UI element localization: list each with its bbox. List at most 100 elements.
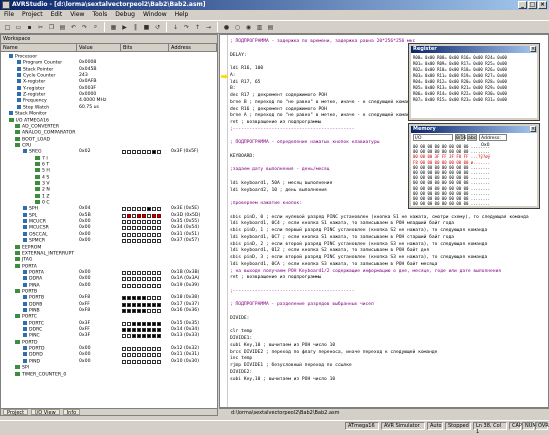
bit-cell[interactable] [142, 321, 146, 326]
tree-row[interactable]: JTAG [1, 257, 217, 263]
copy-icon[interactable]: ❐ [47, 23, 56, 32]
bit-display[interactable] [122, 347, 161, 352]
bit-cell[interactable] [122, 309, 126, 313]
tree-row[interactable]: PINA 0x00 0x19 (0x39) [1, 282, 217, 289]
tree-row[interactable]: PINB 0xF8 0x16 (0x36) [1, 308, 217, 314]
bit-cell[interactable] [152, 302, 156, 307]
bit-cell[interactable] [152, 359, 156, 364]
tree-row[interactable]: X-register 0x0AFB [1, 79, 217, 85]
tree-row[interactable]: PORTC 0x3F 0x15 (0x35) [1, 320, 217, 327]
bit-cell[interactable] [157, 347, 161, 352]
bit-cell[interactable] [147, 213, 151, 218]
bit-cell[interactable] [157, 232, 161, 237]
memory-ascii-toggle[interactable]: abc [467, 134, 477, 141]
bit-cell[interactable] [132, 150, 136, 155]
bit-cell[interactable] [147, 334, 151, 339]
menu-project[interactable]: Project [22, 10, 43, 20]
bit-cell[interactable] [122, 150, 126, 155]
bit-cell[interactable] [132, 359, 136, 364]
bit-cell[interactable] [132, 334, 136, 339]
bit-cell[interactable] [137, 321, 141, 326]
tab-io-view[interactable]: I/O View [31, 409, 60, 416]
bit-cell[interactable] [122, 239, 126, 244]
bit-cell[interactable] [152, 321, 156, 326]
tree-row[interactable]: TIMER_COUNTER_0 [1, 371, 217, 378]
bit-cell[interactable] [157, 207, 161, 212]
bit-cell[interactable] [147, 347, 151, 352]
bit-cell[interactable] [137, 359, 141, 364]
register-close-button[interactable]: × [530, 46, 536, 52]
bit-display[interactable] [122, 213, 161, 218]
bit-cell[interactable] [147, 353, 151, 358]
bit-cell[interactable] [157, 309, 161, 313]
menu-file[interactable]: File [4, 10, 14, 20]
bit-cell[interactable] [142, 277, 146, 282]
bit-cell[interactable] [152, 270, 156, 275]
bit-cell[interactable] [122, 296, 126, 301]
step-out-icon[interactable]: ↑ [193, 23, 202, 32]
memory-type-select[interactable]: I/O [413, 134, 453, 141]
open-icon[interactable]: ▭ [14, 23, 23, 32]
bit-cell[interactable] [137, 270, 141, 275]
tree-row[interactable]: AD_CONVERTER [1, 123, 217, 130]
tree-row[interactable]: PINC 0x3F 0x13 (0x33) [1, 333, 217, 339]
col-bits[interactable]: Bits [121, 44, 169, 52]
bit-cell[interactable] [132, 207, 136, 212]
bit-cell[interactable] [127, 321, 131, 326]
tree-row[interactable]: 3 V [1, 181, 217, 187]
register-icon[interactable]: ▤ [266, 23, 275, 32]
bit-cell[interactable] [152, 150, 156, 155]
tree-row[interactable]: 5 H [1, 168, 217, 174]
bit-cell[interactable] [127, 277, 131, 282]
bit-cell[interactable] [142, 239, 146, 244]
bit-cell[interactable] [157, 334, 161, 339]
menu-tools[interactable]: Tools [92, 10, 107, 20]
bit-cell[interactable] [122, 321, 126, 326]
tree-row[interactable]: Stop Watch 60.75 us [1, 104, 217, 111]
maximize-button[interactable]: □ [528, 1, 537, 9]
bit-cell[interactable] [137, 302, 141, 307]
bit-cell[interactable] [147, 277, 151, 282]
bit-cell[interactable] [152, 213, 156, 218]
memory-close-button[interactable]: × [530, 126, 536, 132]
bit-cell[interactable] [127, 213, 131, 218]
tree-row[interactable]: Y-register 0x003F [1, 85, 217, 92]
editor-gutter[interactable] [220, 35, 228, 407]
bit-cell[interactable] [142, 220, 146, 225]
bit-cell[interactable] [137, 150, 141, 155]
tree-row[interactable]: SPI [1, 365, 217, 371]
bit-display[interactable] [122, 353, 161, 358]
bit-cell[interactable] [132, 226, 136, 231]
bit-cell[interactable] [152, 239, 156, 244]
bit-cell[interactable] [157, 239, 161, 244]
bit-display[interactable] [122, 309, 161, 313]
bit-display[interactable] [122, 277, 161, 282]
bit-cell[interactable] [127, 226, 131, 231]
bit-display[interactable] [122, 207, 161, 212]
bit-cell[interactable] [127, 239, 131, 244]
menu-debug[interactable]: Debug [115, 10, 135, 20]
stop-icon[interactable]: ■ [142, 23, 151, 32]
memory-address-field[interactable]: Address: 0x0 [479, 134, 507, 148]
bit-cell[interactable] [132, 277, 136, 282]
watch-icon[interactable]: ◉ [244, 23, 253, 32]
close-button[interactable]: × [538, 1, 547, 9]
col-name[interactable]: Name [1, 44, 77, 52]
editor-file-tab[interactable]: d:\lorma\sextalvectorpeol2\Bab2\Bab2.asm [219, 408, 549, 416]
bit-cell[interactable] [127, 270, 131, 275]
bit-cell[interactable] [142, 309, 146, 313]
bit-cell[interactable] [132, 270, 136, 275]
bit-cell[interactable] [157, 270, 161, 275]
bit-cell[interactable] [142, 347, 146, 352]
bit-display[interactable] [122, 302, 161, 307]
bit-cell[interactable] [137, 239, 141, 244]
bit-cell[interactable] [122, 347, 126, 352]
bit-cell[interactable] [157, 321, 161, 326]
bit-cell[interactable] [142, 232, 146, 237]
tree-row[interactable]: 2 N [1, 187, 217, 193]
bit-display[interactable] [122, 150, 161, 155]
menu-window[interactable]: Window [143, 10, 167, 20]
tree-row[interactable]: 6 T [1, 161, 217, 168]
bit-cell[interactable] [132, 353, 136, 358]
bit-cell[interactable] [157, 277, 161, 282]
